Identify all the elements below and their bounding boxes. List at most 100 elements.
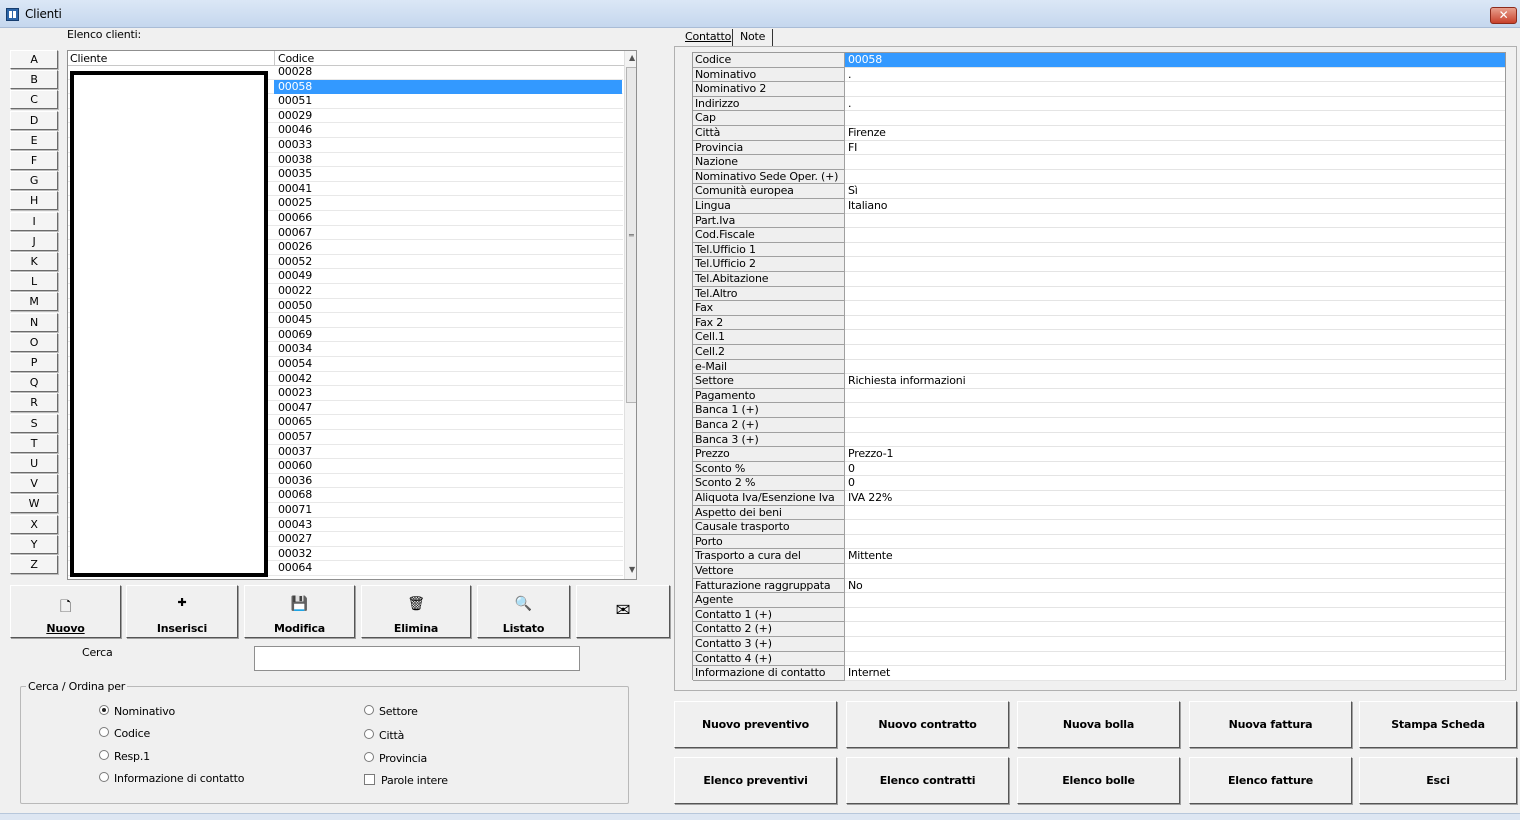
property-value[interactable] [845, 213, 1505, 229]
scroll-down-icon[interactable]: ▼ [625, 565, 636, 577]
property-value[interactable] [845, 622, 1505, 637]
property-row[interactable]: Fatturazione raggruppata No [693, 578, 1505, 594]
close-button[interactable]: ✕ [1490, 7, 1517, 24]
radio-settore-label[interactable]: Settore [379, 705, 418, 718]
letter-button-x[interactable]: X [10, 514, 58, 534]
radio-provincia[interactable] [364, 752, 374, 762]
property-row[interactable]: Prezzo Prezzo-1 [693, 447, 1505, 462]
property-value[interactable] [845, 345, 1505, 360]
listato-button[interactable]: 🔍 Listato [477, 585, 570, 638]
property-row[interactable]: Pagamento [693, 388, 1505, 404]
property-value[interactable] [845, 607, 1505, 623]
property-value[interactable] [845, 155, 1505, 170]
property-value[interactable]: Richiesta informazioni [845, 374, 1505, 389]
letter-button-f[interactable]: F [10, 151, 58, 170]
letter-button-l[interactable]: L [10, 272, 58, 292]
property-row[interactable]: Fax [693, 301, 1505, 316]
letter-button-q[interactable]: Q [10, 373, 58, 393]
property-value[interactable] [845, 286, 1505, 302]
letter-button-j[interactable]: J [10, 231, 58, 251]
property-row[interactable]: Città Firenze [693, 126, 1505, 141]
property-row[interactable]: Codice 00058 [693, 53, 1505, 68]
property-row[interactable]: Contatto 2 (+) [693, 622, 1505, 637]
letter-button-r[interactable]: R [10, 393, 58, 413]
property-row[interactable]: Banca 2 (+) [693, 418, 1505, 433]
radio-provincia-label[interactable]: Provincia [379, 752, 427, 765]
property-row[interactable]: Cap [693, 111, 1505, 126]
property-row[interactable]: Contatto 4 (+) [693, 651, 1505, 667]
letter-button-m[interactable]: M [10, 292, 58, 312]
vertical-scrollbar[interactable]: ▲ ═ ▼ [624, 51, 636, 579]
property-value[interactable] [845, 315, 1505, 331]
radio-codice[interactable] [99, 727, 109, 737]
property-row[interactable]: Nominativo. [693, 67, 1505, 83]
letter-button-v[interactable]: V [10, 474, 58, 494]
radio-informazione-contatto[interactable] [99, 772, 109, 782]
modifica-button[interactable]: 💾 Modifica [244, 585, 355, 638]
letter-button-t[interactable]: T [10, 433, 58, 453]
letter-button-z[interactable]: Z [10, 555, 58, 574]
letter-button-b[interactable]: B [10, 70, 58, 90]
property-value[interactable] [845, 272, 1505, 287]
property-row[interactable]: Tel.Ufficio 1 [693, 242, 1505, 258]
letter-button-h[interactable]: H [10, 191, 58, 211]
property-value[interactable]: Sì [845, 184, 1505, 199]
property-row[interactable]: Tel.Ufficio 2 [693, 257, 1505, 272]
parole-intere-checkbox[interactable] [364, 774, 375, 785]
property-row[interactable]: Aspetto dei beni [693, 505, 1505, 521]
property-value[interactable] [845, 520, 1505, 535]
letter-button-o[interactable]: O [10, 332, 58, 352]
property-value[interactable] [845, 242, 1505, 258]
property-value[interactable]: Firenze [845, 126, 1505, 141]
property-row[interactable]: Contatto 1 (+) [693, 607, 1505, 623]
radio-settore[interactable] [364, 705, 374, 715]
property-row[interactable]: Informazione di contatto Internet [693, 666, 1505, 681]
property-row[interactable]: Nazione [693, 155, 1505, 170]
property-value[interactable]: 0 [845, 461, 1505, 477]
elenco-contratti-button[interactable]: Elenco contratti [846, 757, 1009, 804]
property-row[interactable]: Lingua Italiano [693, 199, 1505, 214]
property-value[interactable]: Mittente [845, 549, 1505, 564]
property-row[interactable]: Nominativo 2 [693, 82, 1505, 97]
property-value[interactable]: Italiano [845, 199, 1505, 214]
letter-button-g[interactable]: G [10, 171, 58, 191]
property-value[interactable] [845, 388, 1505, 404]
letter-button-u[interactable]: U [10, 454, 58, 473]
property-value[interactable]: Internet [845, 666, 1505, 681]
search-input[interactable] [254, 646, 580, 671]
letter-button-s[interactable]: S [10, 413, 58, 433]
letter-button-a[interactable]: A [10, 50, 58, 69]
property-row[interactable]: Cell.2 [693, 345, 1505, 360]
letter-button-y[interactable]: Y [10, 534, 58, 554]
property-value[interactable]: FI [845, 140, 1505, 156]
property-value[interactable] [845, 82, 1505, 97]
property-row[interactable]: Sconto % 0 [693, 461, 1505, 477]
letter-button-p[interactable]: P [10, 353, 58, 372]
property-value[interactable] [845, 301, 1505, 316]
elimina-button[interactable]: 🗑 Elimina [361, 585, 471, 638]
property-value[interactable] [845, 403, 1505, 418]
letter-button-w[interactable]: W [10, 494, 58, 514]
radio-nominativo[interactable] [99, 705, 109, 715]
property-row[interactable]: Part.Iva [693, 213, 1505, 229]
property-row[interactable]: Causale trasporto [693, 520, 1505, 535]
property-row[interactable]: Nominativo Sede Oper. (+) [693, 169, 1505, 185]
letter-button-k[interactable]: K [10, 252, 58, 271]
letter-button-n[interactable]: N [10, 312, 58, 332]
property-value[interactable]: Prezzo-1 [845, 447, 1505, 462]
property-row[interactable]: Sconto 2 % 0 [693, 476, 1505, 491]
nuovo-preventivo-button[interactable]: Nuovo preventivo [674, 701, 837, 748]
column-header-cliente[interactable]: Cliente [70, 52, 107, 65]
property-value[interactable] [845, 257, 1505, 272]
property-row[interactable]: Indirizzo. [693, 96, 1505, 112]
tab-contatto[interactable]: Contatto [680, 29, 733, 46]
property-row[interactable]: Contatto 3 (+) [693, 637, 1505, 652]
nuovo-contratto-button[interactable]: Nuovo contratto [846, 701, 1009, 748]
radio-nominativo-label[interactable]: Nominativo [114, 705, 175, 718]
scroll-thumb[interactable]: ═ [626, 67, 636, 403]
elenco-bolle-button[interactable]: Elenco bolle [1017, 757, 1180, 804]
property-value[interactable] [845, 534, 1505, 550]
scroll-up-icon[interactable]: ▲ [625, 53, 636, 65]
property-row[interactable]: Banca 1 (+) [693, 403, 1505, 418]
property-value[interactable] [845, 330, 1505, 345]
